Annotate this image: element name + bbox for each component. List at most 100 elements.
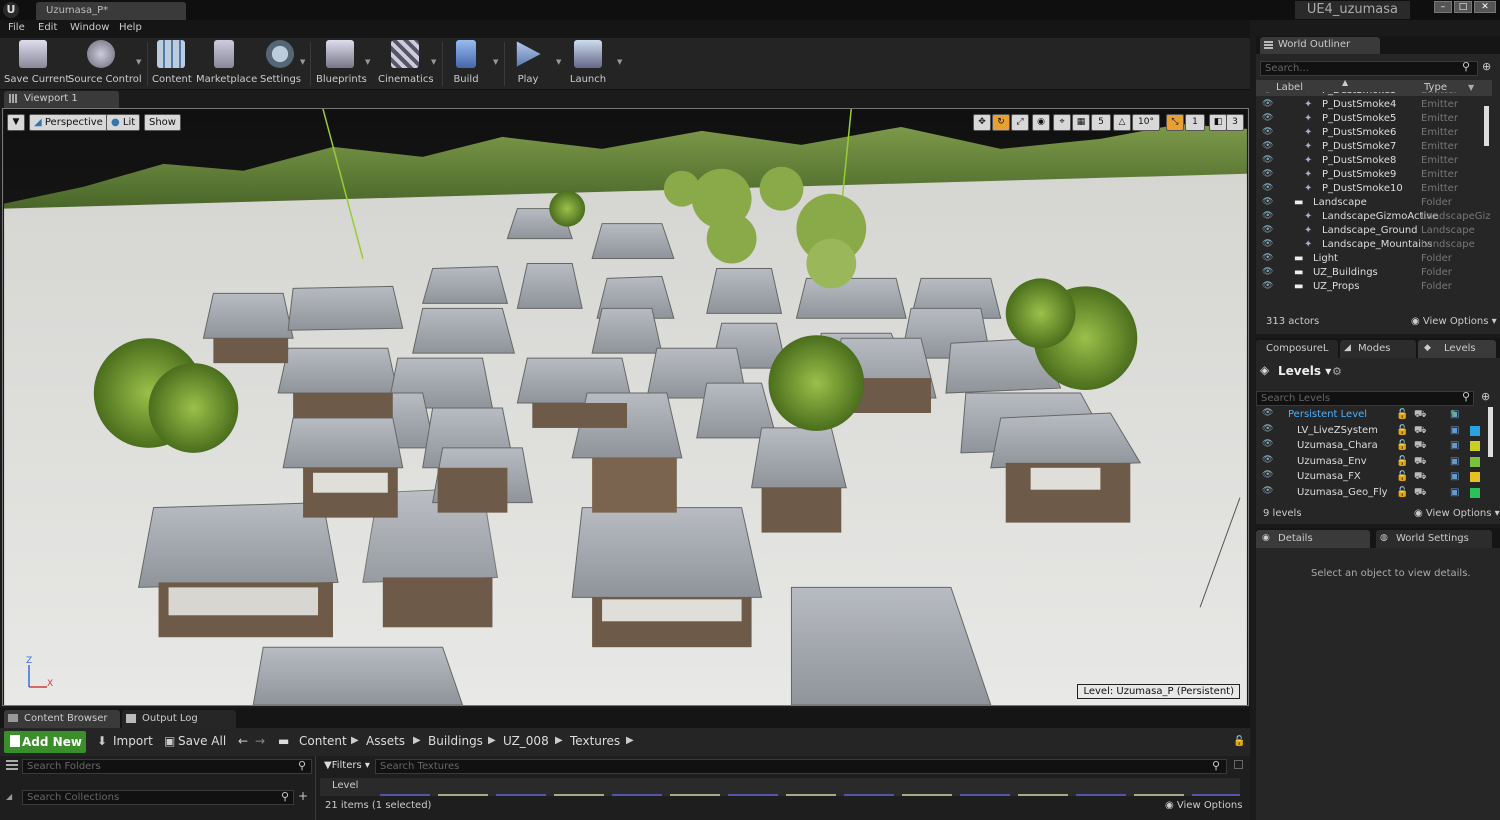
visibility-eye-icon[interactable]: 👁 [1262, 281, 1273, 291]
level-row[interactable]: 👁 Uzumasa_FX 🔓 ⛟ ▣ [1256, 469, 1492, 484]
grid-snap-icon[interactable]: ▦ [1072, 114, 1090, 131]
outliner-row[interactable]: 👁 ✦ P_DustSmoke5 Emitter [1256, 112, 1486, 126]
source-control-icon[interactable]: ⛟ [1414, 456, 1427, 469]
camera-speed-icon[interactable]: ◧ [1209, 114, 1227, 131]
outliner-row[interactable]: 👁 ▬ Light Folder [1256, 252, 1486, 266]
breadcrumb-textures[interactable]: Textures [570, 734, 620, 748]
build-button[interactable]: Build [450, 40, 482, 88]
chevron-down-icon[interactable]: ▼ [556, 58, 562, 66]
details-tab[interactable]: Details [1256, 530, 1370, 548]
source-control-icon[interactable]: ⛟ [1414, 425, 1427, 438]
show-button[interactable]: Show [144, 114, 181, 131]
menu-edit[interactable]: Edit [38, 22, 57, 33]
chevron-down-icon[interactable]: ▼ [365, 58, 371, 66]
visibility-eye-icon[interactable]: 👁 [1262, 141, 1273, 151]
save-search-icon[interactable] [1234, 760, 1243, 769]
lock-icon[interactable]: 🔓 [1396, 440, 1408, 451]
sources-toggle-icon[interactable] [6, 760, 18, 770]
level-color-swatch[interactable] [1470, 425, 1480, 436]
lock-icon[interactable]: 🔓 [1396, 487, 1408, 498]
world-outliner-tab[interactable]: World Outliner [1260, 37, 1380, 54]
breadcrumb-content[interactable]: Content [299, 734, 347, 748]
level-column-header[interactable]: Level [332, 780, 358, 791]
output-log-tab[interactable]: Output Log [122, 710, 236, 728]
outliner-row[interactable]: 👁 ✦ P_DustSmoke7 Emitter [1256, 140, 1486, 154]
forward-arrow-icon[interactable]: → [255, 734, 265, 748]
composure-tab[interactable]: ComposureL [1256, 340, 1338, 358]
menu-file[interactable]: File [8, 22, 25, 33]
play-button[interactable]: Play [510, 40, 546, 88]
visibility-eye-icon[interactable]: 👁 [1262, 253, 1273, 263]
level-row[interactable]: 👁 Uzumasa_Env 🔓 ⛟ ▣ [1256, 454, 1492, 469]
level-row[interactable]: 👁 Uzumasa_Geo_Fly 🔓 ⛟ ▣ [1256, 485, 1492, 500]
levels-view-options-button[interactable]: ◉ View Options ▾ [1414, 508, 1500, 519]
visibility-eye-icon[interactable]: 👁 [1262, 211, 1273, 221]
levels-scrollbar[interactable] [1488, 407, 1493, 457]
lock-icon[interactable]: 🔓 [1233, 736, 1245, 747]
search-collections-input[interactable]: Search Collections [22, 790, 294, 805]
add-collection-icon[interactable]: + [298, 789, 308, 803]
breadcrumb-assets[interactable]: Assets [366, 734, 405, 748]
visibility-eye-icon[interactable]: 👁 [1262, 92, 1273, 95]
outliner-row[interactable]: 👁 ✦ Landscape_Mountains Landscape [1256, 238, 1486, 252]
scale-snap-icon[interactable]: ⤡ [1166, 114, 1184, 131]
filters-dropdown[interactable]: ▼Filters ▾ [324, 760, 370, 771]
level-row[interactable]: 👁 Uzumasa_Chara 🔓 ⛟ ▣ [1256, 438, 1492, 453]
lock-icon[interactable]: 🔓 [1396, 425, 1408, 436]
visibility-eye-icon[interactable]: 👁 [1262, 183, 1273, 193]
close-button[interactable]: ✕ [1474, 1, 1496, 13]
source-control-button[interactable]: Source Control [68, 40, 142, 88]
outliner-view-options-button[interactable]: ◉ View Options ▾ [1411, 316, 1497, 327]
chevron-down-icon[interactable]: ▼ [136, 58, 142, 66]
visibility-eye-icon[interactable]: 👁 [1262, 113, 1273, 123]
surface-snap-icon[interactable]: ⌖ [1053, 114, 1071, 131]
source-control-icon[interactable]: ⛟ [1414, 409, 1427, 422]
level-row[interactable]: 👁 LV_LiveZSystem 🔓 ⛟ ▣ [1256, 423, 1492, 438]
marketplace-button[interactable]: Marketplace [196, 40, 257, 88]
outliner-row[interactable]: 👁 ✦ P_DustSmoke10 Emitter [1256, 182, 1486, 196]
import-button[interactable]: Import [113, 734, 153, 748]
visibility-eye-icon[interactable]: 👁 [1262, 127, 1273, 137]
document-tab[interactable]: Uzumasa_P* [36, 2, 186, 20]
collapse-arrow-icon[interactable]: ◢ [6, 792, 12, 801]
save-level-icon[interactable]: ▣ [1450, 456, 1459, 467]
grid-snap-value[interactable]: 5 [1091, 114, 1111, 131]
outliner-search-input[interactable]: Search... [1260, 61, 1478, 76]
perspective-button[interactable]: ◢ Perspective [29, 114, 108, 131]
outliner-row[interactable]: 👁 ✦ P_DustSmoke4 Emitter [1256, 98, 1486, 112]
save-level-icon[interactable]: ▣ [1450, 425, 1459, 436]
visibility-eye-icon[interactable]: 👁 [1262, 225, 1273, 235]
search-textures-input[interactable]: Search Textures [375, 759, 1227, 774]
breadcrumb-uz008[interactable]: UZ_008 [503, 734, 549, 748]
view-options-button[interactable]: ◉ View Options [1165, 800, 1242, 811]
outliner-row[interactable]: 👁 ▬ UZ_Buildings Folder [1256, 266, 1486, 280]
visibility-eye-icon[interactable]: 👁 [1262, 486, 1273, 496]
viewport-options-dropdown[interactable]: ▼ [7, 114, 25, 131]
search-folders-input[interactable]: Search Folders [22, 759, 312, 774]
chevron-down-icon[interactable]: ▼ [617, 58, 623, 66]
visibility-eye-icon[interactable]: 👁 [1262, 455, 1273, 465]
save-all-button[interactable]: Save All [178, 734, 226, 748]
outliner-row[interactable]: 👁 ▬ Landscape Folder [1256, 196, 1486, 210]
level-color-swatch[interactable] [1470, 441, 1480, 451]
source-control-icon[interactable]: ⛟ [1414, 440, 1427, 453]
viewport-tab[interactable]: Viewport 1 [4, 91, 119, 108]
visibility-eye-icon[interactable]: 👁 [1262, 197, 1273, 207]
visibility-eye-icon[interactable]: 👁 [1262, 267, 1273, 277]
lit-button[interactable]: ● Lit [106, 114, 141, 131]
add-level-icon[interactable]: ⊕ [1481, 390, 1490, 403]
level-viewport[interactable]: ▼ ◢ Perspective ● Lit Show ✥ ↻ ⤢ ◉ ⌖ ▦ 5… [2, 108, 1249, 706]
outliner-row[interactable]: 👁 ✦ P_DustSmoke6 Emitter [1256, 126, 1486, 140]
angle-snap-value[interactable]: 10° [1132, 114, 1160, 131]
angle-snap-icon[interactable]: △ [1113, 114, 1131, 131]
translate-icon[interactable]: ✥ [973, 114, 991, 131]
visibility-eye-icon[interactable]: 👁 [1262, 439, 1273, 449]
outliner-row[interactable]: 👁 ✦ LandscapeGizmoActive LandscapeGiz [1256, 210, 1491, 224]
visibility-eye-icon[interactable]: 👁 [1262, 408, 1273, 418]
levels-dropdown[interactable]: Levels ▾ [1278, 364, 1331, 378]
search-levels-input[interactable]: Search Levels [1256, 391, 1474, 406]
content-button[interactable]: Content [152, 40, 192, 88]
save-current-button[interactable]: Save Current [4, 40, 69, 88]
chevron-down-icon[interactable]: ▼ [493, 58, 499, 66]
source-control-icon[interactable]: ⛟ [1414, 487, 1427, 500]
